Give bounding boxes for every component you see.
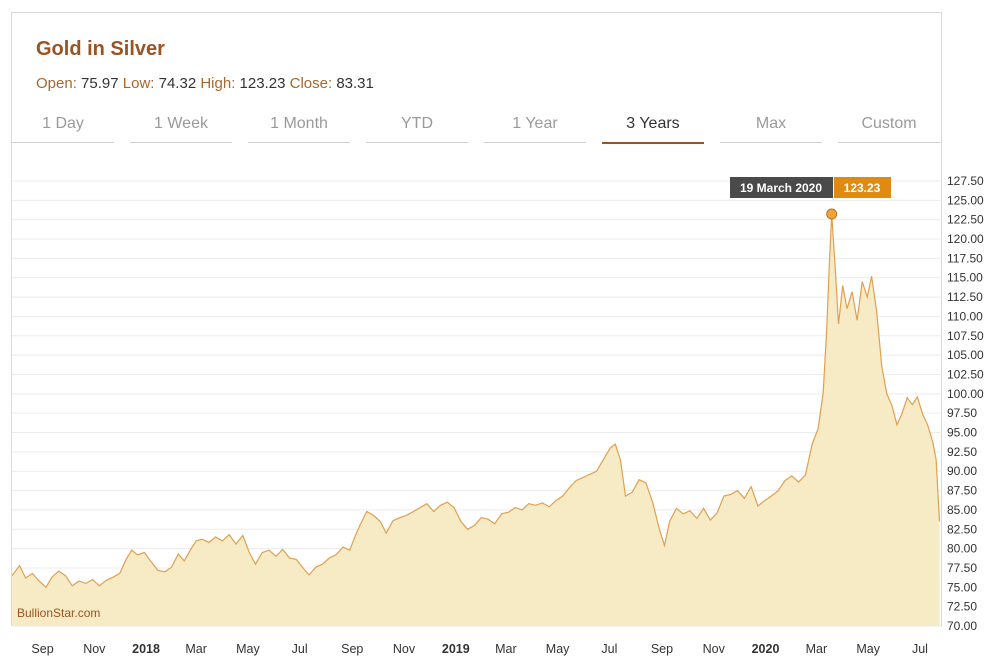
x-axis: Sep Nov 2018 Mar May Jul Sep Nov 2019 Mar May Jul Se… <box>31 642 928 656</box>
x-tick-label: Sep <box>341 642 363 656</box>
price-area <box>11 208 941 626</box>
x-tick-label: 2020 <box>752 642 780 656</box>
y-tick-label: 72.50 <box>947 600 977 614</box>
y-tick-label: 92.50 <box>947 445 977 459</box>
y-tick-label: 102.50 <box>947 367 984 381</box>
y-tick-label: 97.50 <box>947 406 977 420</box>
x-tick-label: May <box>546 642 570 656</box>
y-tick-label: 125.00 <box>947 193 984 207</box>
y-tick-label: 85.00 <box>947 503 977 517</box>
y-tick-label: 107.50 <box>947 329 984 343</box>
y-tick-label: 110.00 <box>947 309 983 323</box>
y-axis: 70.00 72.50 75.00 77.50 80.00 82.50 85.00 87.50… <box>947 174 984 633</box>
x-tick-label: 2018 <box>132 642 160 656</box>
area-fill <box>12 214 940 626</box>
y-tick-label: 90.00 <box>947 464 977 478</box>
x-tick-label: 2019 <box>442 642 470 656</box>
peak-marker[interactable] <box>826 208 838 220</box>
y-tick-label: 100.00 <box>947 387 984 401</box>
x-tick-label: Mar <box>495 642 517 656</box>
x-tick-label: Nov <box>393 642 416 656</box>
y-tick-label: 80.00 <box>947 542 977 556</box>
tooltip-value: 123.23 <box>844 181 881 195</box>
y-tick-label: 95.00 <box>947 426 977 440</box>
y-tick-label: 82.50 <box>947 522 977 536</box>
y-tick-label: 120.00 <box>947 232 984 246</box>
y-tick-label: 115.00 <box>947 271 983 285</box>
x-tick-label: Nov <box>703 642 726 656</box>
y-tick-label: 127.50 <box>947 174 984 188</box>
y-tick-label: 70.00 <box>947 619 977 633</box>
y-tick-label: 112.50 <box>947 290 983 304</box>
price-chart: 70.00 72.50 75.00 77.50 80.00 82.50 85.00 87.50… <box>11 174 984 656</box>
y-tick-label: 77.50 <box>947 561 977 575</box>
x-tick-label: May <box>856 642 880 656</box>
y-tick-label: 117.50 <box>947 251 983 265</box>
x-tick-label: Jul <box>292 642 308 656</box>
x-tick-label: May <box>236 642 260 656</box>
tooltip-date: 19 March 2020 <box>740 181 822 195</box>
y-tick-label: 87.50 <box>947 484 977 498</box>
x-tick-label: Mar <box>185 642 207 656</box>
y-tick-label: 122.50 <box>947 213 984 227</box>
watermark: BullionStar.com <box>17 606 101 620</box>
y-tick-label: 105.00 <box>947 348 984 362</box>
x-tick-label: Sep <box>31 642 53 656</box>
x-tick-label: Jul <box>912 642 928 656</box>
x-tick-label: Sep <box>651 642 673 656</box>
x-tick-label: Mar <box>806 642 828 656</box>
x-tick-label: Jul <box>601 642 617 656</box>
x-tick-label: Nov <box>83 642 106 656</box>
tooltip: 19 March 2020 123.23 <box>730 177 891 198</box>
y-tick-label: 75.00 <box>947 580 977 594</box>
